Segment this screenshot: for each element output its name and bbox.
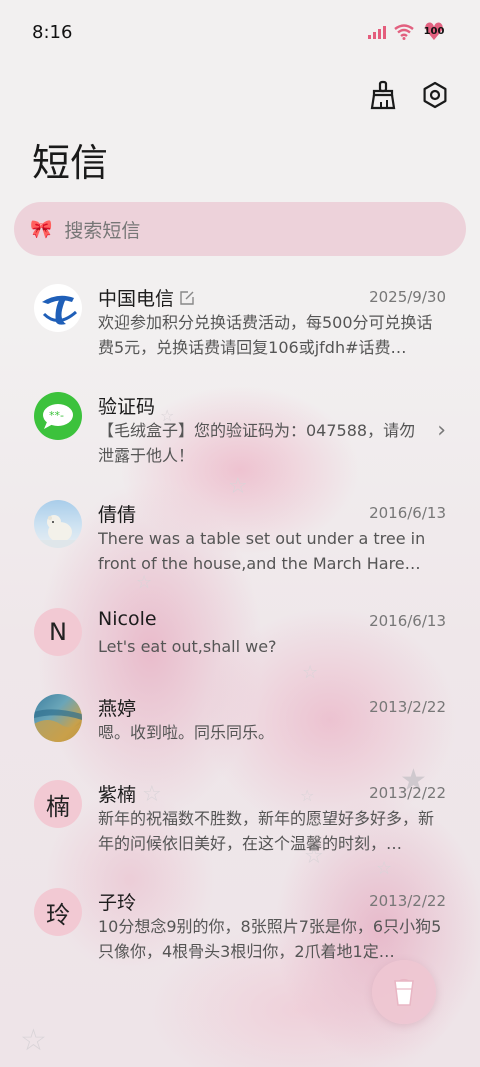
- status-time: 8:16: [32, 22, 73, 43]
- thread-row-zinan[interactable]: 楠 紫楠 2013/2/22 新年的祝福数不胜数，新年的愿望好多好多，新年的问候…: [0, 766, 480, 874]
- bow-icon: 🎀: [30, 218, 53, 240]
- thread-date: 2013/2/22: [369, 784, 446, 802]
- thread-name-text: 倩倩: [98, 504, 137, 526]
- thread-preview: 嗯。收到啦。同乐同乐。: [98, 723, 275, 742]
- message-app-avatar: **-: [34, 392, 82, 440]
- thread-row-qianqian[interactable]: 倩倩 2016/6/13 There was a table set out u…: [0, 486, 480, 594]
- thread-name: 倩倩: [98, 500, 136, 527]
- polar-bear-photo: [34, 515, 82, 548]
- letter-avatar: 玲: [34, 888, 82, 936]
- clean-brush-button[interactable]: [366, 78, 400, 112]
- search-placeholder: 搜索短信: [64, 219, 141, 242]
- thread-date: 2025/9/30: [369, 288, 446, 306]
- thread-row-verification[interactable]: **- 验证码 【毛绒盒子】您的验证码为：047588，请勿泄露于他人！ ›: [0, 378, 480, 486]
- thread-name: 中国电信: [98, 284, 194, 311]
- thread-preview: 【毛绒盒子】您的验证码为：047588，请勿泄露于他人！: [98, 421, 416, 465]
- battery-indicator: ♥ 100: [422, 20, 446, 44]
- thread-name-text: 中国电信: [98, 288, 175, 310]
- thread-row-telecom[interactable]: 中国电信 2025/9/30 欢迎参加积分兑换话费活动，每500分可兑换话费5元…: [0, 270, 480, 378]
- gear-icon: [423, 81, 447, 109]
- thread-preview: 新年的祝福数不胜数，新年的愿望好多好多，新年的问候依旧美好，在这个温馨的时刻，…: [98, 809, 435, 853]
- brush-icon: [370, 80, 396, 110]
- letter-avatar: 楠: [34, 780, 82, 828]
- settings-button[interactable]: [418, 78, 452, 112]
- thread-row-yanting[interactable]: 燕婷 2013/2/22 嗯。收到啦。同乐同乐。: [0, 680, 480, 766]
- thread-name: 燕婷: [98, 694, 136, 721]
- edit-note-icon: [180, 290, 194, 305]
- battery-level: 100: [423, 26, 445, 37]
- svg-text:**-: **-: [49, 409, 64, 422]
- wifi-icon: [394, 24, 414, 40]
- landscape-photo: [34, 709, 82, 742]
- compose-button[interactable]: [372, 960, 436, 1024]
- thread-name: Nicole: [98, 608, 157, 630]
- message-list: 中国电信 2025/9/30 欢迎参加积分兑换话费活动，每500分可兑换话费5元…: [0, 270, 480, 982]
- thread-name: 子玲: [98, 888, 136, 915]
- cup-icon: [394, 978, 414, 1006]
- signal-icon: [368, 25, 386, 39]
- thread-preview: Let's eat out,shall we?: [98, 637, 277, 656]
- thread-row-nicole[interactable]: N Nicole 2016/6/13 Let's eat out,shall w…: [0, 594, 480, 680]
- thread-name-text: 验证码: [98, 396, 156, 418]
- letter-avatar: N: [34, 608, 82, 656]
- thread-name-text: 燕婷: [98, 698, 137, 720]
- thread-name: 紫楠: [98, 780, 136, 807]
- search-bar[interactable]: 🎀 搜索短信: [14, 202, 466, 256]
- polar-bear-avatar: [34, 500, 82, 548]
- page-title: 短信: [32, 141, 109, 185]
- thread-preview: 10分想念9别的你，8张照片7张是你，6只小狗5只像你，4根骨头3根归你，2爪着…: [98, 917, 442, 961]
- thread-name: 验证码: [98, 392, 155, 419]
- thread-date: 2013/2/22: [369, 698, 446, 716]
- thread-preview: There was a table set out under a tree i…: [98, 529, 426, 573]
- telecom-logo-icon: [35, 285, 81, 331]
- chevron-right-icon: ›: [437, 418, 446, 443]
- thread-date: 2016/6/13: [369, 612, 446, 630]
- message-bubble-icon: **-: [43, 404, 73, 429]
- thread-name-text: 紫楠: [98, 784, 137, 806]
- thread-name-text: 子玲: [98, 892, 137, 914]
- telecom-logo-avatar: [34, 284, 82, 332]
- thread-name-text: Nicole: [98, 608, 157, 630]
- status-bar: 8:16 ♥ 100: [0, 0, 480, 66]
- thread-date: 2013/2/22: [369, 892, 446, 910]
- thread-preview: 欢迎参加积分兑换话费活动，每500分可兑换话费5元，兑换话费请回复106或jfd…: [98, 313, 433, 357]
- thread-date: 2016/6/13: [369, 504, 446, 522]
- landscape-avatar: [34, 694, 82, 742]
- star-decoration: ☆: [20, 1023, 47, 1058]
